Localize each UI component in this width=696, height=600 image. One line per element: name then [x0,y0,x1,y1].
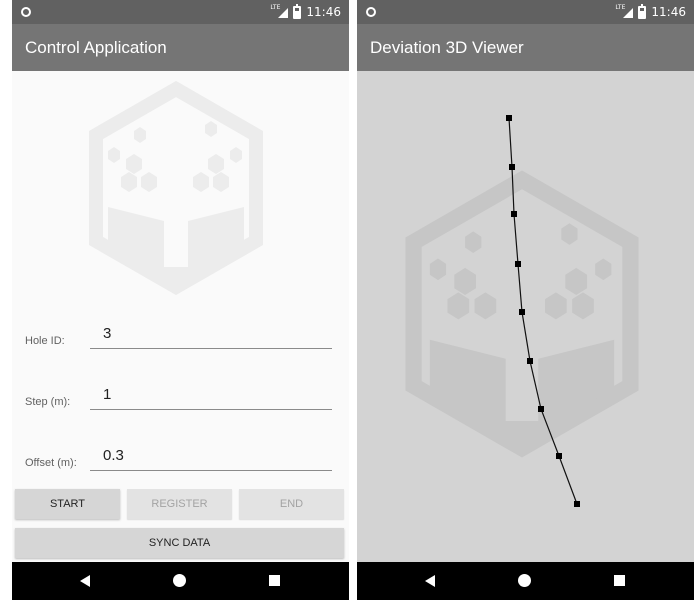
status-bar: LTE 11:46 [12,0,349,24]
offset-row: Offset (m): 0.3 [25,441,332,471]
home-icon[interactable] [518,574,531,587]
offset-input[interactable]: 0.3 [90,445,332,471]
status-time: 11:46 [651,5,686,19]
viewer-canvas[interactable] [357,71,694,562]
step-row: Step (m): 1 [25,380,332,410]
logo-watermark-icon [89,81,263,295]
recents-icon[interactable] [614,575,625,586]
recents-icon[interactable] [269,575,280,586]
deviation-point [506,115,512,121]
page-title: Deviation 3D Viewer [370,38,524,57]
deviation-point [509,164,515,170]
step-input[interactable]: 1 [90,384,332,410]
register-button[interactable]: REGISTER [127,489,232,519]
hole-id-input[interactable]: 3 [90,323,332,349]
battery-icon [293,3,302,19]
app-bar: Deviation 3D Viewer [357,24,694,71]
status-icons: LTE 11:46 [615,3,686,20]
hole-id-row: Hole ID: 3 [25,319,332,349]
deviation-point [527,358,533,364]
deviation-trace [506,115,580,507]
hole-id-label: Hole ID: [25,335,65,347]
home-icon[interactable] [173,574,186,587]
back-icon[interactable] [80,575,90,587]
deviation-point [511,211,517,217]
control-application-screen: LTE 11:46 Control Application Hole ID: 3… [12,0,349,600]
offset-label: Offset (m): [25,457,77,469]
step-label: Step (m): [25,396,71,408]
notification-dot-icon [21,7,31,17]
status-icons: LTE 11:46 [270,3,341,20]
navigation-bar [12,562,349,600]
start-button[interactable]: START [15,489,120,519]
deviation-point [515,261,521,267]
main-content: Hole ID: 3 Step (m): 1 Offset (m): 0.3 S… [12,71,349,562]
lte-signal-icon: LTE [615,4,634,18]
deviation-point [574,501,580,507]
battery-icon [638,3,647,19]
back-icon[interactable] [425,575,435,587]
status-time: 11:46 [306,5,341,19]
deviation-viewer-screen: LTE 11:46 Deviation 3D Viewer [357,0,694,600]
notification-dot-icon [366,7,376,17]
navigation-bar [357,562,694,600]
app-bar: Control Application [12,24,349,71]
deviation-point [538,406,544,412]
deviation-point [519,309,525,315]
deviation-point [556,453,562,459]
lte-signal-icon: LTE [270,4,289,18]
end-button[interactable]: END [239,489,344,519]
page-title: Control Application [25,38,167,57]
sync-data-button[interactable]: SYNC DATA [15,528,344,558]
status-bar: LTE 11:46 [357,0,694,24]
